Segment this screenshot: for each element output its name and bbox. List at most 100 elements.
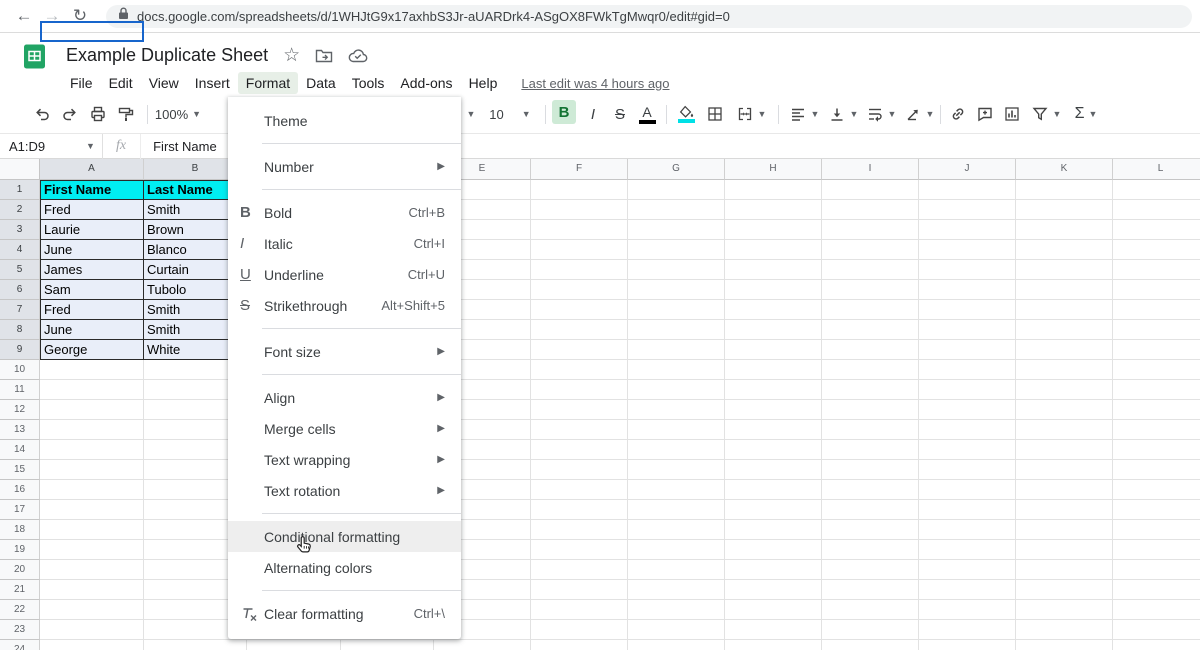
cell-J18[interactable]	[919, 520, 1016, 540]
cell-L2[interactable]	[1113, 200, 1200, 220]
menu-item-align[interactable]: Align ▶	[228, 382, 461, 413]
cell-I9[interactable]	[822, 340, 919, 360]
fill-color-button[interactable]	[672, 100, 700, 128]
document-title[interactable]: Example Duplicate Sheet	[66, 45, 268, 66]
cell-F20[interactable]	[531, 560, 628, 580]
cell-L23[interactable]	[1113, 620, 1200, 640]
cell-J10[interactable]	[919, 360, 1016, 380]
cell-K14[interactable]	[1016, 440, 1113, 460]
cell-I8[interactable]	[822, 320, 919, 340]
cell-H19[interactable]	[725, 540, 822, 560]
cell-G6[interactable]	[628, 280, 725, 300]
menu-item-number[interactable]: Number ▶	[228, 151, 461, 182]
cell-J2[interactable]	[919, 200, 1016, 220]
font-size-select[interactable]: 10 ▼	[483, 100, 537, 128]
cell-G23[interactable]	[628, 620, 725, 640]
cell-J14[interactable]	[919, 440, 1016, 460]
cell-J6[interactable]	[919, 280, 1016, 300]
cell-A2[interactable]: Fred	[40, 200, 144, 220]
cell-K2[interactable]	[1016, 200, 1113, 220]
cell-H20[interactable]	[725, 560, 822, 580]
cell-L4[interactable]	[1113, 240, 1200, 260]
cell-L12[interactable]	[1113, 400, 1200, 420]
cell-I23[interactable]	[822, 620, 919, 640]
cell-F8[interactable]	[531, 320, 628, 340]
cell-G24[interactable]	[628, 640, 725, 650]
cell-I18[interactable]	[822, 520, 919, 540]
cell-F15[interactable]	[531, 460, 628, 480]
row-header-23[interactable]: 23	[0, 620, 40, 640]
cell-G22[interactable]	[628, 600, 725, 620]
cell-A21[interactable]	[40, 580, 144, 600]
cell-G4[interactable]	[628, 240, 725, 260]
row-header-24[interactable]: 24	[0, 640, 40, 650]
cell-J19[interactable]	[919, 540, 1016, 560]
cell-F12[interactable]	[531, 400, 628, 420]
cell-F19[interactable]	[531, 540, 628, 560]
select-all-corner[interactable]	[0, 159, 40, 180]
cell-F5[interactable]	[531, 260, 628, 280]
cell-K5[interactable]	[1016, 260, 1113, 280]
cell-F9[interactable]	[531, 340, 628, 360]
cell-L15[interactable]	[1113, 460, 1200, 480]
cell-J4[interactable]	[919, 240, 1016, 260]
cell-J24[interactable]	[919, 640, 1016, 650]
menu-item-merge-cells[interactable]: Merge cells ▶	[228, 413, 461, 444]
cell-L17[interactable]	[1113, 500, 1200, 520]
cell-A20[interactable]	[40, 560, 144, 580]
cell-G1[interactable]	[628, 180, 725, 200]
functions-button[interactable]: Σ ▼	[1066, 100, 1106, 128]
refresh-icon[interactable]: ↻	[66, 6, 94, 26]
cell-K8[interactable]	[1016, 320, 1113, 340]
insert-chart-button[interactable]	[998, 100, 1026, 128]
cell-I3[interactable]	[822, 220, 919, 240]
cell-K6[interactable]	[1016, 280, 1113, 300]
cell-J5[interactable]	[919, 260, 1016, 280]
cell-L18[interactable]	[1113, 520, 1200, 540]
forward-icon[interactable]: →	[38, 6, 66, 26]
cell-K22[interactable]	[1016, 600, 1113, 620]
cell-H24[interactable]	[725, 640, 822, 650]
cell-A3[interactable]: Laurie	[40, 220, 144, 240]
cell-L6[interactable]	[1113, 280, 1200, 300]
cell-G14[interactable]	[628, 440, 725, 460]
cell-G3[interactable]	[628, 220, 725, 240]
cell-K4[interactable]	[1016, 240, 1113, 260]
col-header-I[interactable]: I	[822, 159, 919, 180]
text-rotation-button[interactable]: ▼	[900, 100, 938, 128]
cell-K12[interactable]	[1016, 400, 1113, 420]
menubar-item-file[interactable]: File	[62, 72, 101, 94]
cell-J17[interactable]	[919, 500, 1016, 520]
cell-G7[interactable]	[628, 300, 725, 320]
cell-L10[interactable]	[1113, 360, 1200, 380]
menubar-item-insert[interactable]: Insert	[187, 72, 238, 94]
row-header-17[interactable]: 17	[0, 500, 40, 520]
cell-F17[interactable]	[531, 500, 628, 520]
col-header-H[interactable]: H	[725, 159, 822, 180]
cell-E24[interactable]	[434, 640, 531, 650]
cell-F21[interactable]	[531, 580, 628, 600]
cell-A15[interactable]	[40, 460, 144, 480]
cell-H22[interactable]	[725, 600, 822, 620]
name-box-dropdown-icon[interactable]: ▼	[86, 141, 102, 151]
back-icon[interactable]: ←	[10, 6, 38, 26]
cell-F13[interactable]	[531, 420, 628, 440]
cell-A17[interactable]	[40, 500, 144, 520]
col-header-K[interactable]: K	[1016, 159, 1113, 180]
print-button[interactable]	[84, 100, 112, 128]
cell-A16[interactable]	[40, 480, 144, 500]
cell-A1[interactable]: First Name	[40, 180, 144, 200]
cell-J23[interactable]	[919, 620, 1016, 640]
cell-F18[interactable]	[531, 520, 628, 540]
cell-I14[interactable]	[822, 440, 919, 460]
cell-K7[interactable]	[1016, 300, 1113, 320]
italic-button[interactable]: I	[580, 100, 606, 128]
cell-I20[interactable]	[822, 560, 919, 580]
cell-G9[interactable]	[628, 340, 725, 360]
cell-K23[interactable]	[1016, 620, 1113, 640]
row-header-8[interactable]: 8	[0, 320, 40, 340]
col-header-F[interactable]: F	[531, 159, 628, 180]
cell-L8[interactable]	[1113, 320, 1200, 340]
cell-F11[interactable]	[531, 380, 628, 400]
formula-input[interactable]: First Name	[141, 139, 217, 154]
